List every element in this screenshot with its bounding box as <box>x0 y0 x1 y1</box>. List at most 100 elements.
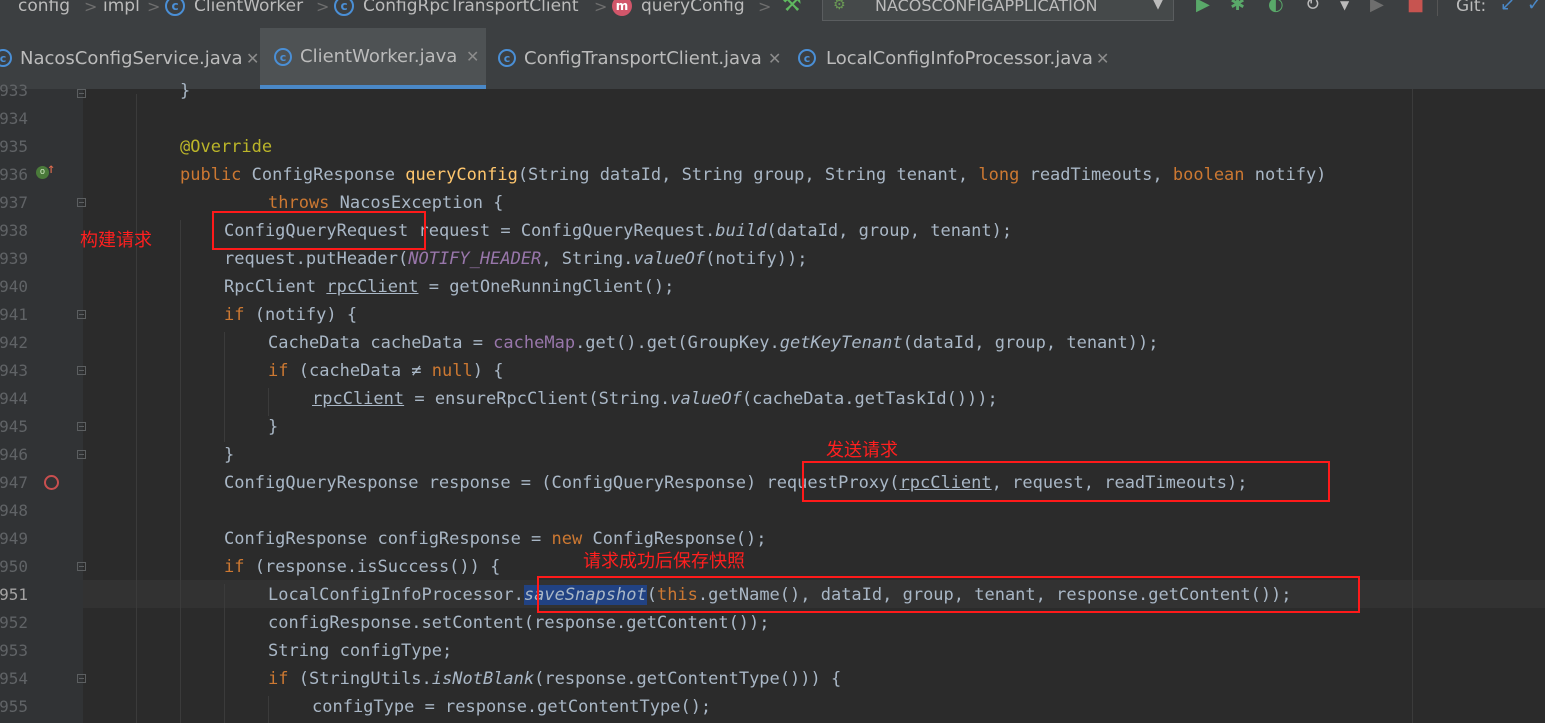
code-line-943: if (cacheData ≠ null) { <box>268 361 504 381</box>
fold-marker-icon[interactable] <box>77 422 86 431</box>
breadcrumb-queryconfig[interactable]: m queryConfig <box>612 0 745 20</box>
code-line-940: RpcClient rpcClient = getOneRunningClien… <box>224 277 675 297</box>
class-icon: c <box>334 0 354 16</box>
line-number: 940 <box>0 277 28 296</box>
fold-marker-icon[interactable] <box>77 198 86 207</box>
breadcrumb-clientworker[interactable]: c ClientWorker <box>165 0 303 20</box>
breadcrumb-label: ClientWorker <box>194 0 304 16</box>
breadcrumb-label: config <box>18 0 71 16</box>
chevron-right-icon: > <box>84 0 98 16</box>
fold-marker-icon[interactable] <box>77 310 86 319</box>
editor-tab-bar: c NacosConfigService.java ✕ c ClientWork… <box>0 28 1545 90</box>
code-line-942: CacheData cacheData = cacheMap.get().get… <box>268 333 1159 353</box>
chevron-right-icon: > <box>594 0 608 16</box>
breadcrumb-label: ConfigRpcTransportClient <box>363 0 579 16</box>
line-number: 952 <box>0 613 28 632</box>
breadcrumb-configrpctransportclient[interactable]: c ConfigRpcTransportClient <box>334 0 578 20</box>
indent-guide <box>268 696 269 723</box>
profiler-icon[interactable]: ↻ <box>1305 0 1320 15</box>
code-line-950: if (response.isSuccess()) { <box>224 557 501 577</box>
arrow-up-icon[interactable]: ↑ <box>47 161 55 177</box>
chevron-right-icon: > <box>316 0 330 16</box>
code-line-946: } <box>224 445 235 465</box>
line-number: 934 <box>0 109 28 128</box>
line-number: 939 <box>0 249 28 268</box>
git-update-icon[interactable]: ↙ <box>1500 0 1515 15</box>
indent-guide <box>224 332 225 442</box>
resume-icon[interactable]: ▶ <box>1370 0 1384 15</box>
code-line-941: if (notify) { <box>224 305 358 325</box>
fold-marker-icon[interactable] <box>77 89 86 98</box>
code-line-944: rpcClient = ensureRpcClient(String.value… <box>312 389 998 409</box>
java-class-icon: c <box>498 49 516 67</box>
code-line-933: } <box>180 81 191 101</box>
code-line-954: if (StringUtils.isNotBlank(response.getC… <box>268 669 842 689</box>
build-request-annotation: 构建请求 <box>80 230 152 251</box>
tab-configtransportclient[interactable]: c ConfigTransportClient.java ✕ <box>486 28 786 88</box>
tab-nacosconfigservice[interactable]: c NacosConfigService.java ✕ <box>0 28 259 88</box>
code-line-935: @Override <box>180 137 273 157</box>
line-number: 944 <box>0 389 28 408</box>
code-line-953: String configType; <box>268 641 453 661</box>
breadcrumb-config[interactable]: config <box>18 0 70 20</box>
line-number: 945 <box>0 417 28 436</box>
chevron-down-icon: ▼ <box>1153 0 1163 12</box>
breadcrumb-impl[interactable]: impl <box>103 0 140 20</box>
run-configuration-select[interactable]: ⚙ NACOSCONFIGAPPLICATION ▼ <box>822 0 1174 21</box>
line-number: 933 <box>0 81 28 100</box>
code-line-936: public ConfigResponse queryConfig(String… <box>180 165 1327 185</box>
send-request-highlight-box <box>802 461 1330 502</box>
fold-marker-icon[interactable] <box>77 450 86 459</box>
java-class-icon: c <box>274 47 292 66</box>
close-icon[interactable]: ✕ <box>246 49 259 68</box>
code-line-955: configType = response.getContentType(); <box>312 697 712 717</box>
coverage-icon[interactable]: ◐ <box>1268 0 1284 15</box>
line-number: 935 <box>0 137 28 156</box>
line-number: 946 <box>0 445 28 464</box>
tab-clientworker[interactable]: c ClientWorker.java ✕ <box>260 28 486 89</box>
java-class-icon: c <box>798 49 816 67</box>
spring-boot-icon: ⚙ <box>833 0 846 13</box>
stop-icon[interactable]: ■ <box>1407 0 1424 15</box>
indent-guide <box>268 388 269 416</box>
breadcrumb-label: queryConfig <box>641 0 745 16</box>
chevron-right-icon: > <box>147 0 161 16</box>
toolbar-divider <box>1437 0 1438 16</box>
line-number: 936 <box>0 165 28 184</box>
run-configuration-label: NACOSCONFIGAPPLICATION <box>875 0 1098 15</box>
line-number-current: 951 <box>0 585 28 604</box>
line-number: 942 <box>0 333 28 352</box>
code-line-952: configResponse.setContent(response.getCo… <box>268 613 770 633</box>
line-number: 955 <box>0 697 28 716</box>
indent-guide <box>224 584 225 723</box>
line-number: 954 <box>0 669 28 688</box>
send-request-annotation: 发送请求 <box>826 440 898 461</box>
fold-marker-icon[interactable] <box>77 562 86 571</box>
method-icon: m <box>612 0 632 16</box>
line-number: 941 <box>0 305 28 324</box>
close-icon[interactable]: ✕ <box>1096 49 1109 68</box>
debug-icon[interactable]: ✱ <box>1230 0 1245 15</box>
code-line-945: } <box>268 417 279 437</box>
breakpoint-icon[interactable] <box>44 475 59 490</box>
close-icon[interactable]: ✕ <box>466 47 479 66</box>
fold-marker-icon[interactable] <box>77 366 86 375</box>
chevron-down-icon[interactable]: ▼ <box>1340 0 1349 12</box>
hammer-build-icon[interactable]: ⚒ <box>782 0 802 17</box>
git-label: Git: <box>1456 0 1487 16</box>
navigation-bar: config > impl > c ClientWorker > c ConfigR… <box>0 0 1545 28</box>
right-margin-guide <box>1412 89 1413 723</box>
tab-label: NacosConfigService.java <box>20 47 243 69</box>
indent-guide <box>180 220 181 723</box>
run-icon[interactable]: ▶ <box>1196 0 1210 15</box>
fold-marker-icon[interactable] <box>77 674 86 683</box>
line-number: 937 <box>0 193 28 212</box>
save-snapshot-annotation: 请求成功后保存快照 <box>583 551 745 572</box>
java-class-icon: c <box>0 49 12 67</box>
class-icon: c <box>165 0 185 16</box>
close-icon[interactable]: ✕ <box>768 49 781 68</box>
tab-localconfiginfoprocessor[interactable]: c LocalConfigInfoProcessor.java ✕ <box>786 28 1116 88</box>
tab-label: LocalConfigInfoProcessor.java <box>826 47 1093 69</box>
git-commit-icon[interactable]: ✓ <box>1527 0 1542 15</box>
build-request-highlight-box <box>212 211 426 250</box>
